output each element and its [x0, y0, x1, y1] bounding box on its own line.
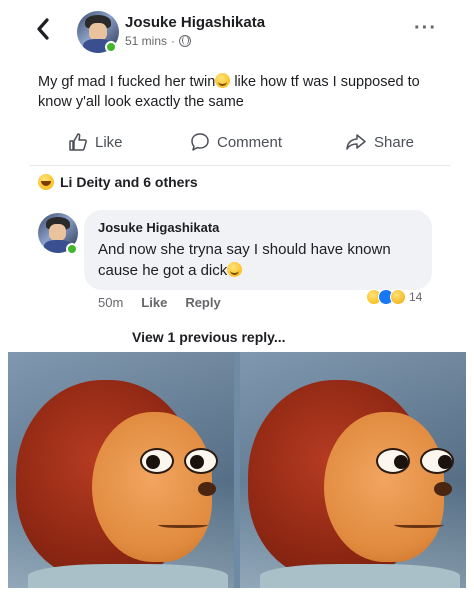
meme-panel-right	[240, 352, 466, 588]
puppet-pupil	[146, 455, 160, 469]
wow-reaction-icon	[390, 289, 406, 305]
grimacing-emoji-icon	[215, 73, 231, 88]
puppet-face	[92, 412, 212, 562]
comment-reaction-count: 14	[409, 290, 423, 304]
puppet-pupil	[190, 455, 204, 469]
avatar-face	[49, 224, 66, 241]
comment-author-name[interactable]: Josuke Higashikata	[98, 220, 418, 235]
meme-panel-left	[8, 352, 234, 588]
puppet-mouth	[394, 520, 444, 528]
reactions-summary-text: Li Deity and 6 others	[60, 174, 198, 190]
more-options-button[interactable]: ···	[414, 18, 437, 38]
comment-button[interactable]: Comment	[190, 132, 282, 152]
awkward-puppet-meme-image	[8, 352, 466, 588]
post-text-part1: My gf mad I fucked her twin	[38, 74, 216, 90]
comment-like-button[interactable]: Like	[141, 295, 167, 310]
puppet-nose	[434, 482, 452, 496]
post-action-bar: Like Comment Share	[0, 124, 474, 162]
action-divider	[30, 165, 450, 166]
comment-reactions[interactable]: 14	[366, 289, 422, 305]
share-button[interactable]: Share	[345, 132, 414, 152]
meta-separator: ·	[171, 34, 176, 48]
comment-time: 50m	[98, 295, 124, 310]
view-previous-replies-link[interactable]: View 1 previous reply...	[132, 329, 286, 345]
online-status-icon	[66, 243, 78, 255]
comment-text-line2: cause he got a dick	[98, 262, 228, 279]
puppet-face	[324, 412, 444, 562]
puppet-eye	[140, 448, 174, 474]
comment-text-line1: And now she tryna say I should have know…	[98, 241, 391, 258]
comment-reply-button[interactable]: Reply	[185, 295, 220, 310]
puppet-pupil	[394, 455, 408, 469]
comment-meta: 50m Like Reply	[98, 295, 221, 310]
post-meta: 51 mins ·	[125, 34, 192, 48]
comment-bubble-icon	[191, 133, 209, 151]
comment-bubble: Josuke Higashikata And now she tryna say…	[84, 210, 432, 290]
more-horizontal-icon: ···	[414, 17, 437, 39]
puppet-collar	[260, 564, 460, 588]
puppet-eye	[184, 448, 218, 474]
back-button[interactable]	[36, 18, 56, 44]
puppet-eye	[420, 448, 454, 474]
share-label: Share	[374, 133, 415, 151]
puppet-nose	[198, 482, 216, 496]
comment-label: Comment	[217, 133, 283, 151]
online-status-icon	[105, 41, 117, 53]
like-button[interactable]: Like	[68, 132, 123, 152]
thumbs-up-icon	[69, 133, 87, 151]
chevron-left-icon	[37, 18, 49, 40]
globe-icon	[179, 35, 192, 47]
puppet-mouth	[158, 520, 208, 528]
reactions-summary[interactable]: Li Deity and 6 others	[38, 174, 198, 190]
grimacing-emoji-icon	[227, 262, 243, 277]
share-arrow-icon	[346, 134, 366, 150]
like-label: Like	[95, 133, 123, 151]
comment-text: And now she tryna say I should have know…	[98, 239, 418, 281]
haha-reaction-icon	[38, 174, 54, 190]
post-text: My gf mad I fucked her twin like how tf …	[38, 72, 448, 112]
puppet-eye	[376, 448, 410, 474]
post-time[interactable]: 51 mins	[125, 34, 167, 48]
puppet-collar	[28, 564, 228, 588]
puppet-pupil	[438, 455, 452, 469]
post-author-name[interactable]: Josuke Higashikata	[125, 14, 265, 31]
post-header: Josuke Higashikata 51 mins · ···	[0, 0, 474, 60]
